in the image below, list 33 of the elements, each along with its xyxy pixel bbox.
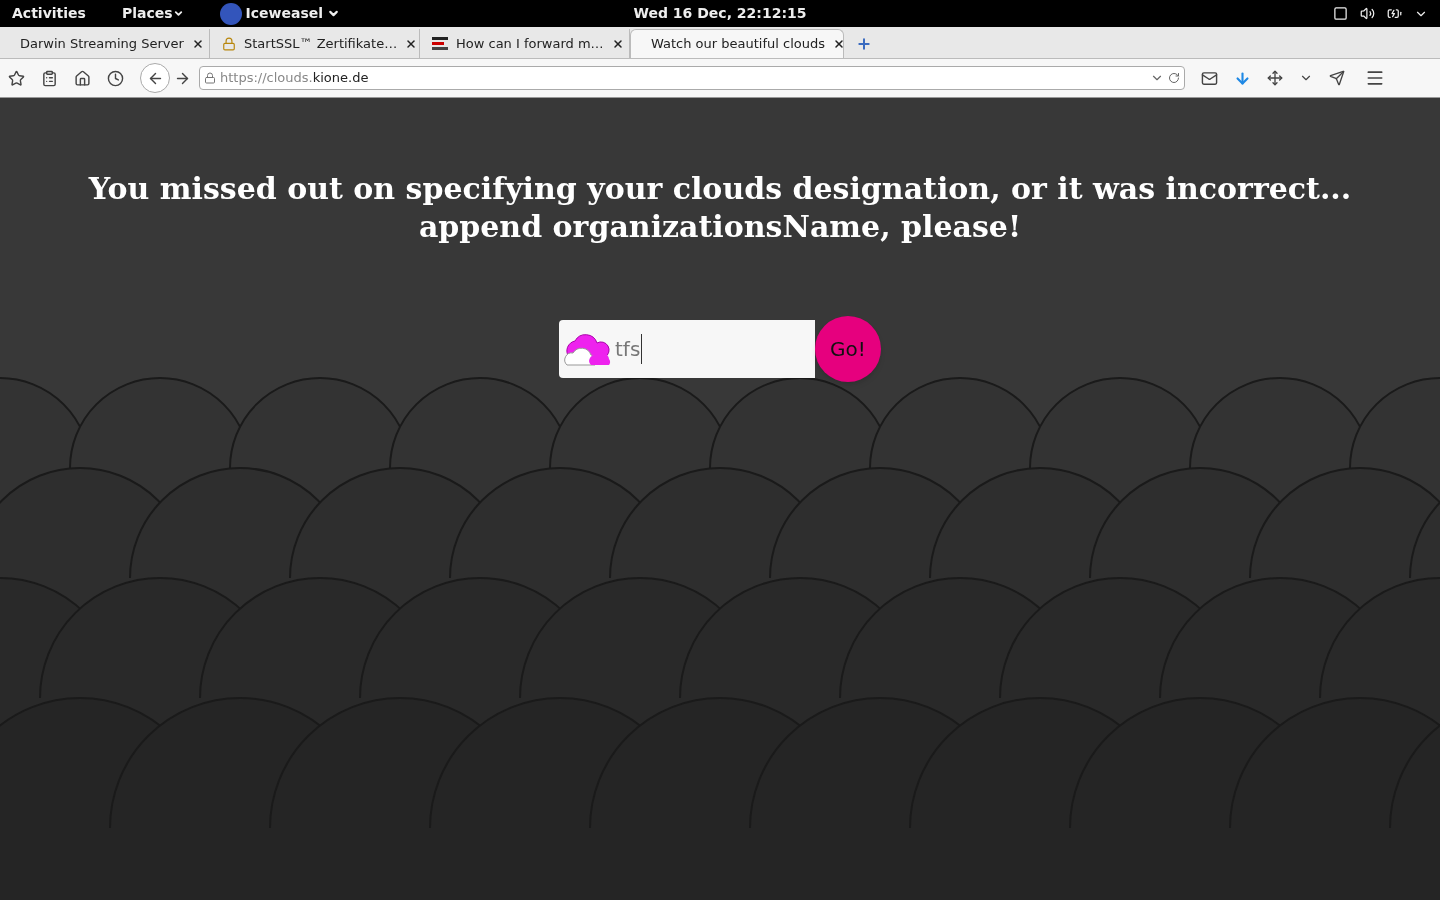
download-icon[interactable] [1234, 69, 1251, 87]
padlock-icon [204, 72, 216, 84]
send-icon[interactable] [1329, 70, 1345, 86]
close-icon[interactable] [611, 37, 624, 50]
reload-icon[interactable] [1168, 72, 1180, 84]
volume-icon[interactable] [1360, 6, 1375, 21]
clock[interactable]: Wed 16 Dec, 22:12:15 [633, 3, 807, 24]
close-icon[interactable] [833, 38, 845, 50]
organization-input-field[interactable]: tfs [559, 320, 815, 378]
close-icon[interactable] [191, 37, 204, 50]
menu-icon[interactable] [1365, 68, 1385, 88]
move-icon[interactable] [1267, 70, 1283, 86]
bookmark-star-icon[interactable] [8, 69, 25, 87]
places-menu[interactable]: Places [121, 3, 184, 24]
mail-icon[interactable] [1201, 69, 1218, 87]
browser-tab[interactable]: Watch our beautiful clouds [630, 29, 844, 58]
padlock-icon [222, 36, 236, 51]
home-icon[interactable] [74, 69, 91, 87]
url-field[interactable]: https://clouds.kione.de [199, 66, 1185, 90]
app-menu[interactable]: Iceweasel [219, 2, 341, 25]
new-tab-icon[interactable] [856, 36, 872, 52]
go-button[interactable]: Go! [815, 316, 881, 382]
stacked-bars-icon [432, 36, 448, 51]
back-button[interactable] [140, 63, 170, 93]
bookmarks-list-icon[interactable] [41, 69, 58, 87]
battery-icon[interactable] [1387, 6, 1402, 21]
activities-button[interactable]: Activities [12, 3, 86, 24]
cloud-icon [563, 331, 611, 367]
window-icon[interactable] [1333, 6, 1348, 21]
history-icon[interactable] [107, 69, 124, 87]
caret-icon [172, 8, 184, 19]
close-icon[interactable] [405, 37, 418, 50]
error-heading: You missed out on specifying your clouds designation, or it was incorrect... append organizationsName, please! [88, 170, 1352, 246]
